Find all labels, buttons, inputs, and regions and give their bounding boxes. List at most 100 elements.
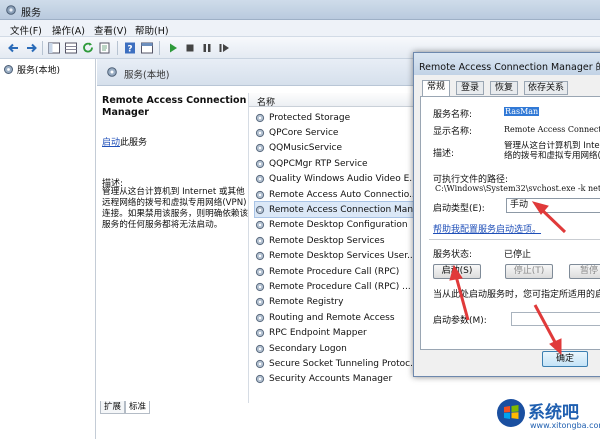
service-row[interactable]: QQMusicService xyxy=(255,141,421,156)
properties-grid-icon[interactable] xyxy=(64,41,78,55)
back-arrow-icon[interactable] xyxy=(7,41,21,55)
description-field-label: 描述: xyxy=(433,149,455,159)
service-row[interactable]: Remote Registry xyxy=(255,295,421,310)
service-row[interactable]: Quality Windows Audio Video E... xyxy=(255,172,421,187)
service-properties-dialog: Remote Access Connection Manager 的属性 常规 … xyxy=(413,52,600,377)
service-row-name: Protected Storage xyxy=(269,112,351,123)
dialog-title: Remote Access Connection Manager 的属性 xyxy=(419,62,600,73)
service-gear-icon xyxy=(255,359,265,368)
service-name-value[interactable]: RasMan xyxy=(504,107,540,116)
start-params-input[interactable] xyxy=(511,312,600,326)
service-row-name: QQPCMgr RTP Service xyxy=(269,158,368,169)
service-row[interactable]: Remote Desktop Services User... xyxy=(255,249,421,264)
service-row[interactable]: Remote Desktop Services xyxy=(255,233,421,248)
service-row[interactable]: Secure Socket Tunneling Protoc... xyxy=(255,356,421,371)
service-row[interactable]: QPCore Service xyxy=(255,125,421,140)
service-gear-icon xyxy=(255,282,265,291)
service-row[interactable]: Remote Procedure Call (RPC) xyxy=(255,264,421,279)
service-gear-icon xyxy=(255,328,265,338)
toolbar-separator xyxy=(117,41,118,55)
pane-title: 服务(本地) xyxy=(124,70,170,81)
service-row-name: Secondary Logon xyxy=(269,343,347,354)
tab-extended[interactable]: 扩展 xyxy=(100,401,126,414)
start-service-line: 启动此服务 xyxy=(102,135,147,148)
section-divider xyxy=(429,239,600,240)
service-row[interactable]: Remote Access Auto Connectio... xyxy=(255,187,421,202)
pause-button[interactable]: 暂停 xyxy=(569,264,600,279)
tab-dependencies[interactable]: 依存关系 xyxy=(524,81,568,95)
startup-type-select[interactable]: 手动 xyxy=(506,198,600,213)
start-service-suffix: 此服务 xyxy=(120,138,148,148)
service-gear-icon xyxy=(255,205,265,214)
toolbar-separator xyxy=(42,41,43,55)
service-row[interactable]: Remote Access Connection Man... xyxy=(254,201,422,219)
service-row-name: QPCore Service xyxy=(269,127,339,138)
service-gear-icon xyxy=(255,375,265,384)
services-gear-icon xyxy=(3,64,14,75)
service-row-name: Remote Desktop Configuration xyxy=(269,220,408,231)
help-icon[interactable]: ? xyxy=(123,41,137,55)
startup-type-value: 手动 xyxy=(510,200,529,210)
service-gear-icon xyxy=(255,113,265,122)
stop-service-icon[interactable] xyxy=(183,41,197,55)
restart-service-icon[interactable] xyxy=(217,41,231,55)
start-button[interactable]: 启动(S) xyxy=(433,264,481,279)
service-row-name: RPC Endpoint Mapper xyxy=(269,328,367,339)
site-watermark: 系统吧 www.xitongba.com xyxy=(494,394,600,439)
service-row[interactable]: Routing and Remote Access xyxy=(255,310,421,325)
main-title-bar: 服务 xyxy=(0,0,600,20)
service-row[interactable]: Protected Storage xyxy=(255,110,421,125)
pause-service-icon[interactable] xyxy=(200,41,214,55)
tab-general[interactable]: 常规 xyxy=(422,80,450,96)
services-gear-icon xyxy=(106,66,118,78)
forward-arrow-icon[interactable] xyxy=(24,41,38,55)
menu-view[interactable]: 查看(V) xyxy=(94,23,127,37)
help-configure-startup-link[interactable]: 帮助我配置服务启动选项。 xyxy=(433,222,541,235)
service-row[interactable]: Remote Procedure Call (RPC) ... xyxy=(255,279,421,294)
display-name-label: 显示名称: xyxy=(433,127,473,137)
tab-recovery[interactable]: 恢复 xyxy=(490,81,518,95)
start-service-link[interactable]: 启动 xyxy=(102,138,120,148)
console-icon[interactable] xyxy=(140,41,154,55)
service-row[interactable]: Remote Desktop Configuration xyxy=(255,218,421,233)
service-detail-name: Remote Access Connection Manager xyxy=(102,95,247,118)
tab-logon[interactable]: 登录 xyxy=(456,81,484,95)
service-row-name: Secure Socket Tunneling Protoc... xyxy=(269,358,419,369)
service-row-name: Quality Windows Audio Video E... xyxy=(269,174,418,185)
show-hide-tree-icon[interactable] xyxy=(47,41,61,55)
export-list-icon[interactable] xyxy=(98,41,112,55)
service-row[interactable]: Secondary Logon xyxy=(255,341,421,356)
display-name-value[interactable]: Remote Access Connection xyxy=(504,125,600,134)
service-row-name: Remote Procedure Call (RPC) ... xyxy=(269,281,411,292)
tree-item-services-local[interactable]: 服务(本地) xyxy=(3,63,60,76)
service-row[interactable]: QQPCMgr RTP Service xyxy=(255,156,421,171)
startup-type-label: 启动类型(E): xyxy=(433,204,485,214)
window-title: 服务 xyxy=(21,8,41,19)
service-row-name: Routing and Remote Access xyxy=(269,312,395,323)
service-gear-icon xyxy=(255,190,265,199)
refresh-icon[interactable] xyxy=(81,41,95,55)
tab-standard[interactable]: 标准 xyxy=(125,401,151,414)
start-service-icon[interactable] xyxy=(166,41,180,55)
service-row[interactable]: Security Accounts Manager xyxy=(255,372,421,387)
service-row-name: Security Accounts Manager xyxy=(269,374,393,385)
menu-help[interactable]: 帮助(H) xyxy=(135,23,169,37)
service-gear-icon xyxy=(255,174,265,184)
service-row-name: QQMusicService xyxy=(269,143,343,154)
service-gear-icon xyxy=(255,251,265,261)
column-header-label: 名称 xyxy=(257,98,276,108)
dialog-title-bar: Remote Access Connection Manager 的属性 xyxy=(414,53,600,75)
svg-text:?: ? xyxy=(127,45,132,55)
service-gear-icon xyxy=(255,144,265,153)
service-gear-icon xyxy=(255,298,265,307)
menu-action[interactable]: 操作(A) xyxy=(52,23,85,37)
start-params-note: 当从此处启动服务时，您可指定所适用的启动参数 xyxy=(433,290,600,300)
description-field-value[interactable]: 管理从这台计算机到 Inte 络的拨号和虚拟专用网络( xyxy=(504,141,600,163)
menu-file[interactable]: 文件(F) xyxy=(10,23,42,37)
watermark-url: www.xitongba.com xyxy=(530,421,600,430)
ok-button[interactable]: 确定 xyxy=(542,351,588,367)
executable-path-value[interactable]: C:\Windows\System32\svchost.exe -k net xyxy=(435,184,600,193)
service-row[interactable]: RPC Endpoint Mapper xyxy=(255,326,421,341)
service-gear-icon xyxy=(255,344,265,353)
stop-button[interactable]: 停止(T) xyxy=(505,264,553,279)
